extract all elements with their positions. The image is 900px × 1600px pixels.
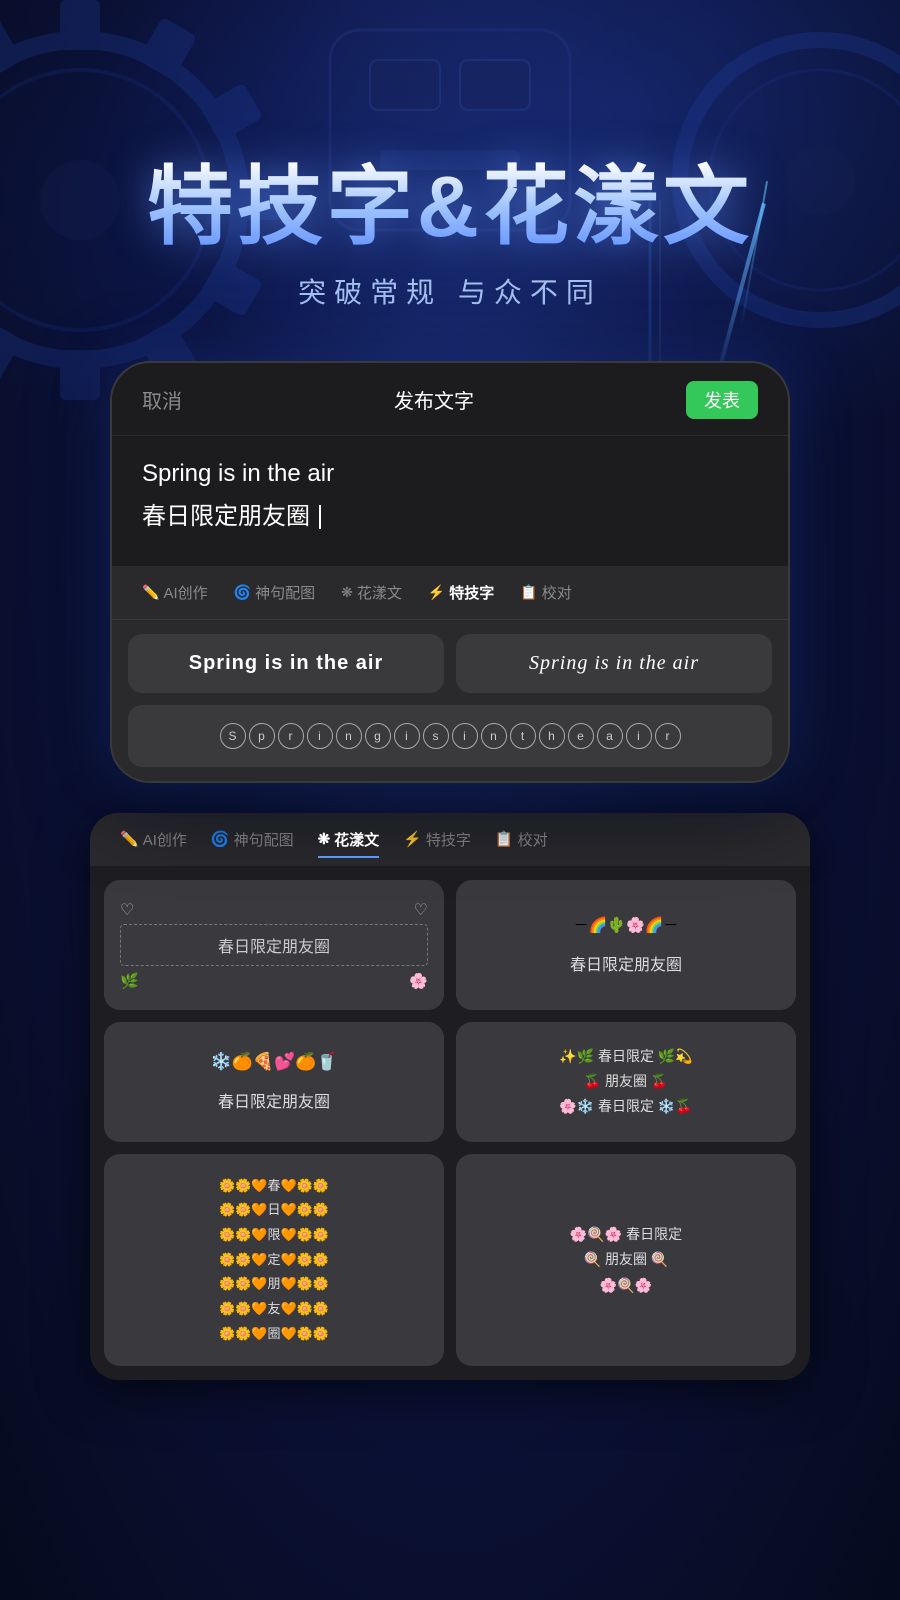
fancy-text-icon: ❋	[341, 584, 353, 601]
fancy-card-5[interactable]: 🌼🌼🧡春🧡🌼🌼 🌼🌼🧡日🧡🌼🌼 🌼🌼🧡限🧡🌼🌼 🌼🌼🧡定🧡🌼🌼 🌼🌼🧡朋🧡🌼🌼 …	[104, 1154, 444, 1367]
ai-create-icon: ✏️	[142, 584, 159, 601]
card2-top-emojis: －🌈🌵🌸🌈－	[574, 914, 679, 935]
tab-fancy-text[interactable]: ❋ 花漾文	[331, 576, 412, 609]
fancy-cards-grid: ♡♡ 春日限定朋友圈 🌿🌸 －🌈🌵🌸🌈－ 春日限定朋友圈 ❄️🍊🍕💕🍊🥤 春日限…	[90, 866, 810, 1381]
fancy-card-2[interactable]: －🌈🌵🌸🌈－ 春日限定朋友圈	[456, 880, 796, 1010]
post-title: 发布文字	[394, 385, 474, 414]
tab-proofread[interactable]: 📋 校对	[510, 576, 581, 609]
publish-button[interactable]: 发表	[686, 381, 758, 419]
phone-content[interactable]: Spring is in the air 春日限定朋友圈	[112, 436, 788, 566]
card3-text: 春日限定朋友圈	[218, 1088, 330, 1112]
style-options-panel: Spring is in the air Spring is in the ai…	[112, 619, 788, 781]
card1-hearts-top: ♡♡	[120, 900, 428, 920]
card5-content: 🌼🌼🧡春🧡🌼🌼 🌼🌼🧡日🧡🌼🌼 🌼🌼🧡限🧡🌼🌼 🌼🌼🧡定🧡🌼🌼 🌼🌼🧡朋🧡🌼🌼 …	[219, 1174, 329, 1347]
bottom-tab-proofread[interactable]: 📋 校对	[485, 823, 558, 856]
italic-style-text: Spring is in the air	[529, 652, 699, 675]
bottom-tab-ai-create[interactable]: ✏️ AI创作	[110, 823, 197, 856]
active-underline	[318, 856, 380, 858]
style-row-2: S p r i n g i s i n t h e	[128, 705, 772, 767]
hero-section: 特技字&花漾文 突破常规 与众不同	[0, 0, 900, 311]
bottom-panel: ✏️ AI创作 🌀 神句配图 ❋ 花漾文 ⚡ 特技字 📋 校对	[90, 813, 810, 1381]
fancy-card-1[interactable]: ♡♡ 春日限定朋友圈 🌿🌸	[104, 880, 444, 1010]
text-line-1: Spring is in the air	[142, 460, 758, 488]
circle-char: r	[655, 723, 681, 749]
bottom-toolbar: ✏️ AI创作 🌀 神句配图 ❋ 花漾文 ⚡ 特技字 📋 校对	[90, 813, 810, 866]
bottom-tab-caption[interactable]: 🌀 神句配图	[201, 823, 304, 856]
circle-char: s	[423, 723, 449, 749]
caption-icon: 🌀	[234, 584, 251, 601]
circle-char: i	[452, 723, 478, 749]
circle-char: i	[626, 723, 652, 749]
circle-char: e	[568, 723, 594, 749]
fancy-card-3[interactable]: ❄️🍊🍕💕🍊🥤 春日限定朋友圈	[104, 1022, 444, 1142]
phone-mockup: 取消 发布文字 发表 Spring is in the air 春日限定朋友圈 …	[110, 361, 790, 783]
bottom-tab-fancy-text[interactable]: ❋ 花漾文	[308, 823, 390, 856]
phone-header: 取消 发布文字 发表	[112, 363, 788, 436]
card1-bottom-emojis: 🌿🌸	[120, 972, 428, 990]
style-row-1: Spring is in the air Spring is in the ai…	[128, 634, 772, 693]
style-card-bold[interactable]: Spring is in the air	[128, 634, 444, 693]
tab-special-font[interactable]: ⚡ 特技字	[418, 576, 504, 609]
card2-text: 春日限定朋友圈	[570, 951, 682, 975]
circle-char: i	[394, 723, 420, 749]
fancy-card-4[interactable]: ✨🌿 春日限定 🌿💫 🍒 朋友圈 🍒 🌸❄️ 春日限定 ❄️🍒	[456, 1022, 796, 1142]
circle-char: t	[510, 723, 536, 749]
fancy-card-6[interactable]: 🌸🍭🌸 春日限定 🍭 朋友圈 🍭 🌸🍭🌸	[456, 1154, 796, 1367]
proofread-icon: 📋	[520, 584, 537, 601]
text-line-2: 春日限定朋友圈	[142, 496, 758, 531]
circle-char: i	[307, 723, 333, 749]
circle-char: n	[481, 723, 507, 749]
circle-chars: S p r i n g i s i n t h e	[220, 723, 681, 749]
card1-content: ♡♡ 春日限定朋友圈 🌿🌸	[120, 900, 428, 990]
tab-caption-match[interactable]: 🌀 神句配图	[224, 576, 325, 609]
circle-char: S	[220, 723, 246, 749]
tab-ai-create[interactable]: ✏️ AI创作	[132, 576, 218, 609]
phone-container: 取消 发布文字 发表 Spring is in the air 春日限定朋友圈 …	[110, 361, 790, 783]
style-card-italic[interactable]: Spring is in the air	[456, 634, 772, 693]
card6-content: 🌸🍭🌸 春日限定 🍭 朋友圈 🍭 🌸🍭🌸	[570, 1222, 682, 1298]
bottom-special-icon: ⚡	[403, 830, 422, 848]
bottom-caption-icon: 🌀	[211, 830, 230, 848]
circle-char: a	[597, 723, 623, 749]
special-font-icon: ⚡	[428, 584, 445, 601]
card1-text: 春日限定朋友圈	[120, 924, 428, 966]
circle-char: r	[278, 723, 304, 749]
bold-style-text: Spring is in the air	[189, 652, 383, 675]
style-card-circle[interactable]: S p r i n g i s i n t h e	[128, 705, 772, 767]
hero-title-main: 特技字&花漾文	[0, 160, 900, 255]
circle-char: p	[249, 723, 275, 749]
bottom-proofread-icon: 📋	[495, 830, 514, 848]
card3-top-emojis: ❄️🍊🍕💕🍊🥤	[210, 1052, 337, 1072]
circle-char: g	[365, 723, 391, 749]
text-cursor	[319, 505, 321, 529]
bottom-fancy-icon: ❋	[318, 830, 331, 848]
bottom-ai-icon: ✏️	[120, 830, 139, 848]
circle-char: h	[539, 723, 565, 749]
card4-content: ✨🌿 春日限定 🌿💫 🍒 朋友圈 🍒 🌸❄️ 春日限定 ❄️🍒	[559, 1044, 693, 1120]
cancel-button[interactable]: 取消	[142, 385, 182, 414]
bottom-tab-special-font[interactable]: ⚡ 特技字	[393, 823, 481, 856]
hero-subtitle: 突破常规 与众不同	[0, 271, 900, 311]
toolbar-tabs: ✏️ AI创作 🌀 神句配图 ❋ 花漾文 ⚡ 特技字 📋 校对	[112, 566, 788, 619]
circle-char: n	[336, 723, 362, 749]
